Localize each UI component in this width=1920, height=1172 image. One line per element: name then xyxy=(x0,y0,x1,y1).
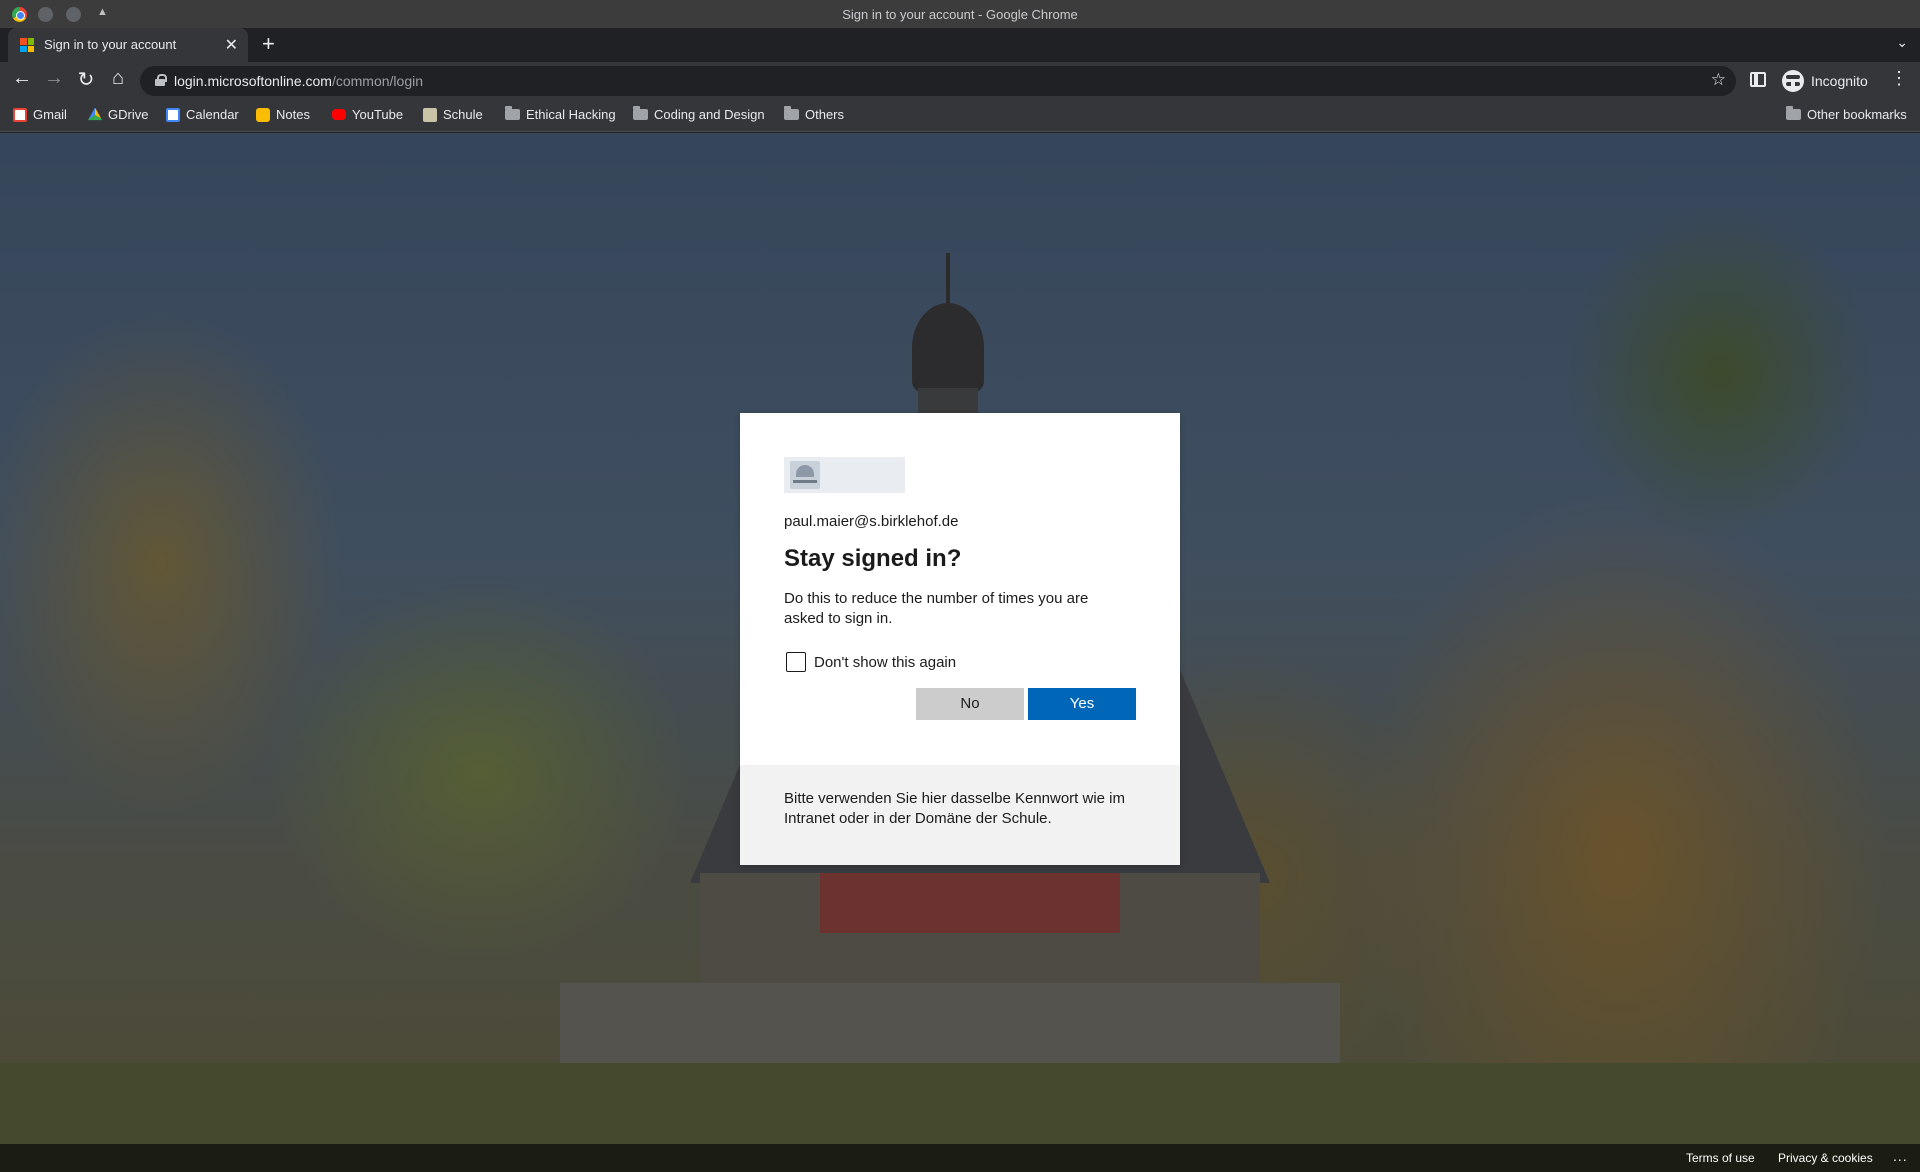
browser-toolbar: ← → ↻ ⌂ login.microsoftonline.com/common… xyxy=(0,62,1920,100)
yes-button[interactable]: Yes xyxy=(1028,688,1136,720)
calendar-icon xyxy=(166,107,180,122)
new-tab-icon[interactable]: + xyxy=(262,31,275,57)
bookmark-schule[interactable]: Schule xyxy=(423,107,483,122)
folder-icon xyxy=(784,106,799,120)
youtube-icon xyxy=(332,109,346,120)
tab-search-chevron-icon[interactable]: ⌄ xyxy=(1896,34,1908,51)
bookmark-youtube[interactable]: YouTube xyxy=(332,107,403,122)
background-tower-dome xyxy=(912,303,984,393)
microsoft-logo-icon xyxy=(20,38,34,52)
tab-strip: Sign in to your account ✕ + ⌄ xyxy=(0,28,1920,62)
organization-logo xyxy=(784,457,905,493)
folder-icon xyxy=(505,106,520,120)
browser-menu-icon[interactable]: ⋮ xyxy=(1890,68,1908,89)
address-bar[interactable]: login.microsoftonline.com/common/login ☆ xyxy=(140,66,1736,96)
gmail-icon xyxy=(13,107,27,122)
signin-description: Do this to reduce the number of times yo… xyxy=(784,590,1089,627)
dont-show-again-row[interactable]: Don't show this again xyxy=(786,652,956,672)
window-titlebar: ▲ Sign in to your account - Google Chrom… xyxy=(0,0,1920,28)
home-icon[interactable]: ⌂ xyxy=(104,67,132,90)
page-footer: Terms of use Privacy & cookies ... xyxy=(0,1144,1920,1172)
privacy-cookies-link[interactable]: Privacy & cookies xyxy=(1778,1151,1873,1165)
signin-card: paul.maier@s.birklehof.de Stay signed in… xyxy=(740,413,1180,865)
bookmark-coding-and-design[interactable]: Coding and Design xyxy=(633,106,765,122)
folder-icon xyxy=(1786,106,1801,120)
account-identity: paul.maier@s.birklehof.de xyxy=(784,513,959,530)
bookmark-star-icon[interactable]: ☆ xyxy=(1711,70,1726,90)
close-icon[interactable]: ✕ xyxy=(225,35,238,55)
bookmark-calendar[interactable]: Calendar xyxy=(166,107,239,122)
bookmark-ethical-hacking[interactable]: Ethical Hacking xyxy=(505,106,616,122)
lock-icon[interactable] xyxy=(155,74,167,86)
notes-icon xyxy=(256,107,270,122)
incognito-icon xyxy=(1782,70,1804,92)
bookmarks-bar: Gmail GDrive Calendar Notes YouTube Schu… xyxy=(0,100,1920,132)
other-bookmarks[interactable]: Other bookmarks xyxy=(1786,106,1907,122)
dont-show-again-label[interactable]: Don't show this again xyxy=(814,654,956,671)
reload-icon[interactable]: ↻ xyxy=(72,67,100,92)
url-text[interactable]: login.microsoftonline.com/common/login xyxy=(174,73,423,89)
signin-footer: Bitte verwenden Sie hier dasselbe Kennwo… xyxy=(740,765,1180,865)
no-button[interactable]: No xyxy=(916,688,1024,720)
incognito-profile-button[interactable]: Incognito xyxy=(1778,66,1880,96)
back-arrow-icon[interactable]: ← xyxy=(8,67,36,90)
school-crest-icon xyxy=(790,461,820,489)
forward-arrow-icon[interactable]: → xyxy=(40,67,68,90)
bookmark-others[interactable]: Others xyxy=(784,106,844,122)
window-title: Sign in to your account - Google Chrome xyxy=(842,7,1078,22)
background-tower-spire xyxy=(946,253,950,303)
bookmark-notes[interactable]: Notes xyxy=(256,107,310,122)
dont-show-again-checkbox[interactable] xyxy=(786,652,806,672)
folder-icon xyxy=(633,106,648,120)
side-panel-icon[interactable] xyxy=(1750,72,1766,87)
tab-sign-in[interactable]: Sign in to your account ✕ xyxy=(8,28,248,62)
school-icon xyxy=(423,107,437,122)
bookmark-gmail[interactable]: Gmail xyxy=(13,107,67,122)
tab-title: Sign in to your account xyxy=(44,37,177,52)
terms-of-use-link[interactable]: Terms of use xyxy=(1686,1151,1755,1165)
gdrive-icon xyxy=(88,107,102,121)
background-ivy xyxy=(820,873,1120,933)
page-title: Stay signed in? xyxy=(784,545,962,572)
password-hint-text: Bitte verwenden Sie hier dasselbe Kennwo… xyxy=(784,790,1126,827)
bookmark-gdrive[interactable]: GDrive xyxy=(88,107,148,122)
more-options-icon[interactable]: ... xyxy=(1893,1148,1908,1164)
profile-label: Incognito xyxy=(1811,73,1868,89)
